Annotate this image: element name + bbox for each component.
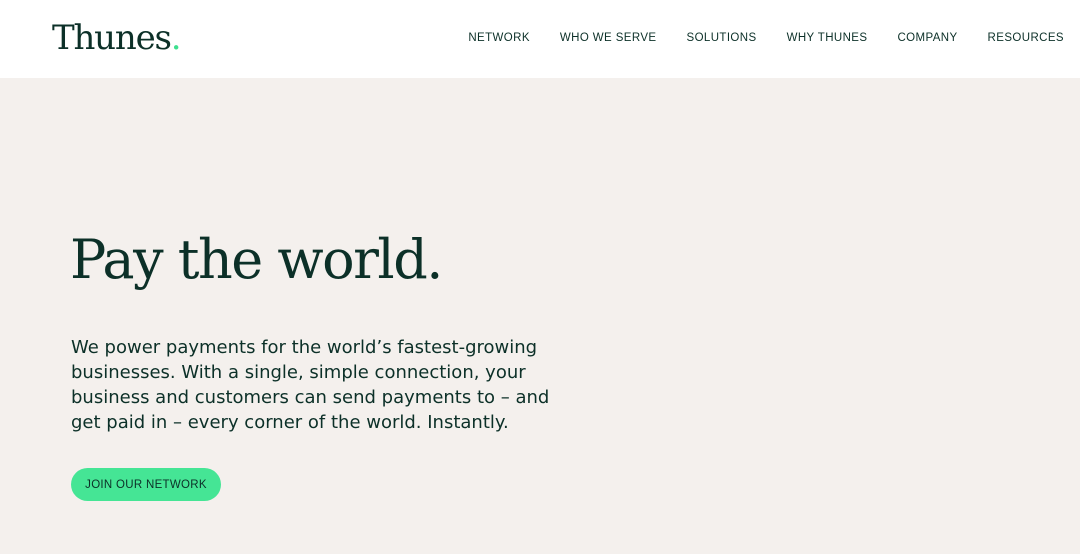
nav-item-company[interactable]: COMPANY [897,32,957,44]
nav-item-who-we-serve[interactable]: WHO WE SERVE [560,32,657,44]
nav-item-solutions[interactable]: SOLUTIONS [687,32,757,44]
nav-item-resources[interactable]: RESOURCES [988,32,1064,44]
thunes-logo[interactable]: Thunes. [52,16,182,60]
logo-text: Thunes [52,18,172,58]
nav-item-network[interactable]: NETWORK [468,32,530,44]
hero-title: Pay the world. [70,228,443,291]
hero-description: We power payments for the world’s fastes… [71,337,550,433]
main-nav: NETWORK WHO WE SERVE SOLUTIONS WHY THUNE… [468,0,1064,76]
logo-dot: . [170,18,182,58]
site-header: Thunes. NETWORK WHO WE SERVE SOLUTIONS W… [0,0,1080,78]
nav-item-why-thunes[interactable]: WHY THUNES [787,32,868,44]
join-network-button[interactable]: JOIN OUR NETWORK [71,468,221,501]
